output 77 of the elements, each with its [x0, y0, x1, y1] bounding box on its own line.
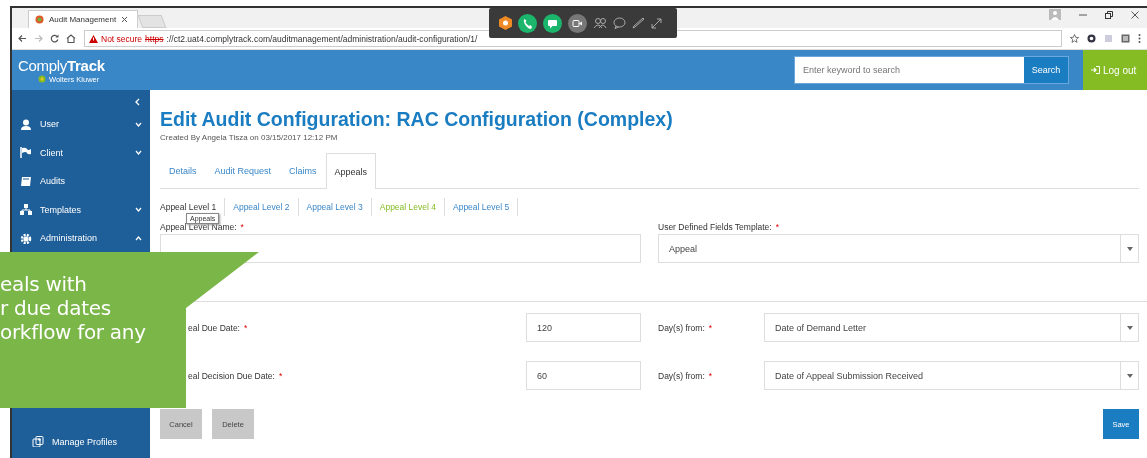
address-bar[interactable]: Not secure https ://ct2.uat4.complytrack.com/auditmanagement/administration/audit-configuration/1/	[84, 30, 1062, 47]
profile-icon	[32, 436, 44, 448]
people-icon[interactable]	[593, 17, 607, 29]
field-label: Appeal Level Name:	[160, 222, 237, 232]
required-mark: *	[708, 322, 713, 333]
sidebar-item[interactable]: Templates	[12, 195, 150, 224]
gear-icon	[20, 232, 32, 244]
sitemap-icon	[20, 204, 32, 216]
sidebar-label: Templates	[40, 204, 82, 215]
user-icon	[20, 118, 32, 130]
sidebar-label: User	[40, 119, 59, 130]
dropdown-arrow-icon	[1126, 373, 1133, 378]
star-icon[interactable]	[1070, 34, 1079, 43]
hexagon-icon[interactable]	[499, 16, 512, 30]
logout-icon	[1091, 66, 1100, 74]
field-label: User Defined Fields Template:	[658, 222, 772, 232]
url-scheme: https	[145, 33, 164, 44]
book-icon	[20, 175, 32, 187]
sidebar-item[interactable]: Client	[12, 138, 150, 167]
field-label: eal Decision Due Date:	[188, 370, 275, 381]
speech-bubble-icon[interactable]	[613, 17, 626, 29]
required-mark: *	[708, 370, 713, 381]
created-by-text: Created By Angela Tisza on 03/15/2017 12:12 PM	[160, 133, 339, 142]
required-mark: *	[244, 322, 248, 333]
level-tab[interactable]: Appeal Level 3	[298, 198, 372, 216]
restore-icon[interactable]	[1105, 10, 1113, 19]
security-warning: Not secure	[101, 33, 143, 44]
number-field[interactable]: 120	[526, 313, 641, 342]
sidebar-label: Audits	[40, 176, 65, 187]
close-icon[interactable]	[1131, 10, 1139, 19]
dropdown-arrow-icon	[1126, 325, 1133, 330]
pencil-icon[interactable]	[632, 17, 645, 29]
sidebar-item[interactable]: Administration	[12, 224, 150, 253]
field-label: eal Due Date:	[188, 322, 240, 333]
required-mark: *	[278, 370, 283, 381]
sidebar-item[interactable]: Audits	[12, 167, 150, 196]
callout-text: eals with r due dates orkflow for any	[0, 272, 146, 344]
collapse-icon[interactable]	[135, 98, 140, 106]
number-field[interactable]: 60	[526, 361, 641, 390]
sidebar-item[interactable]: Manage Profiles	[12, 427, 150, 456]
home-icon[interactable]	[66, 34, 76, 43]
close-icon[interactable]	[121, 16, 129, 23]
field-label: Day(s) from:	[658, 370, 705, 381]
video-icon[interactable]	[568, 13, 587, 33]
menu-icon[interactable]	[1138, 34, 1141, 43]
logo-text: ComplyTrack	[18, 56, 106, 74]
sidebar-item[interactable]: User	[12, 110, 150, 139]
text-field[interactable]	[160, 234, 641, 263]
chat-icon[interactable]	[543, 13, 562, 33]
tab[interactable]: Claims	[280, 153, 326, 188]
flag-icon	[20, 147, 32, 159]
dropdown-arrow-icon	[1126, 246, 1133, 251]
sidebar-label: Administration	[40, 233, 98, 244]
level-tab[interactable]: Appeal Level 2	[225, 198, 299, 216]
required-mark: *	[240, 222, 244, 232]
dropdown[interactable]: Date of Appeal Submission Received	[764, 361, 1139, 390]
tab-title: Audit Management	[49, 15, 117, 24]
phone-icon[interactable]	[518, 13, 537, 33]
reload-icon[interactable]	[50, 34, 59, 43]
warning-icon	[89, 34, 98, 43]
browser-tab[interactable]: Audit Management	[28, 10, 138, 28]
tab[interactable]: Details	[160, 153, 206, 188]
dropdown[interactable]: Appeal	[658, 234, 1139, 263]
flower-icon	[35, 15, 44, 24]
sidebar-label: Client	[40, 147, 63, 158]
level-tab[interactable]: Appeal Level 5	[445, 198, 519, 216]
required-mark: *	[775, 222, 779, 232]
tab[interactable]: Audit Request	[205, 153, 281, 188]
field-label: Day(s) from:	[658, 322, 705, 333]
dropdown[interactable]: Date of Demand Letter	[764, 313, 1139, 342]
url-text: ://ct2.uat4.complytrack.com/auditmanagement/administration/audit-configuration/1/	[166, 33, 478, 44]
sidebar-label: Manage Profiles	[52, 436, 118, 447]
expand-icon[interactable]	[651, 17, 662, 29]
tab[interactable]: Appeals	[325, 153, 377, 189]
page-title: Edit Audit Configuration: RAC Configuration (Complex)	[160, 108, 674, 131]
back-icon[interactable]	[18, 34, 27, 43]
flower-icon	[38, 75, 46, 83]
